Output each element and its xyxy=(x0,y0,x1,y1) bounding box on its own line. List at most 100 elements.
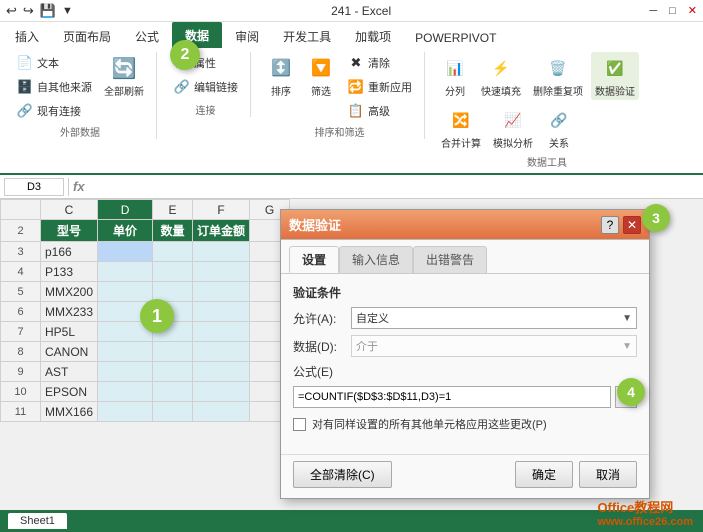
header-order: 订单金额 xyxy=(193,220,250,242)
data-validation-dialog: 数据验证 ? ✕ 设置 输入信息 出错警告 验证条件 允许(A): xyxy=(280,209,650,499)
window-close[interactable]: ✕ xyxy=(688,4,697,17)
tab-developer[interactable]: 开发工具 xyxy=(272,24,342,48)
cell-f-9[interactable] xyxy=(193,362,250,382)
quick-access-save[interactable]: 💾 xyxy=(40,3,56,19)
quick-access-undo[interactable]: ↩ xyxy=(6,3,17,19)
allow-row: 允许(A): 自定义 ▼ 3 xyxy=(293,307,637,329)
cell-f-7[interactable] xyxy=(193,322,250,342)
cell-e-8[interactable] xyxy=(153,342,193,362)
btn-other-sources[interactable]: 🗄️自其他来源 xyxy=(12,76,96,98)
dialog-help-btn[interactable]: ? xyxy=(601,216,619,234)
cell-reference[interactable] xyxy=(4,178,64,196)
cell-f-10[interactable] xyxy=(193,382,250,402)
btn-clear-all[interactable]: 全部清除(C) xyxy=(293,461,392,488)
btn-flash-fill[interactable]: ⚡ 快速填充 xyxy=(477,52,525,100)
cell-f-11[interactable] xyxy=(193,402,250,422)
sheet-tab-1[interactable]: Sheet1 xyxy=(8,513,67,529)
cell-c-8[interactable]: CANON xyxy=(41,342,98,362)
btn-reapply[interactable]: 🔁重新应用 xyxy=(343,76,416,98)
cell-e-11[interactable] xyxy=(153,402,193,422)
cell-f-5[interactable] xyxy=(193,282,250,302)
btn-what-if[interactable]: 📈 模拟分析 xyxy=(489,104,537,152)
tab-powerpivot[interactable]: POWERPIVOT xyxy=(404,27,507,48)
cell-d-8[interactable] xyxy=(98,342,153,362)
btn-split-col[interactable]: 📊 分列 xyxy=(437,52,473,100)
cell-c-4[interactable]: P133 xyxy=(41,262,98,282)
cell-c-7[interactable]: HP5L xyxy=(41,322,98,342)
tab-review[interactable]: 审阅 xyxy=(224,24,270,48)
cell-c-11[interactable]: MMX166 xyxy=(41,402,98,422)
allow-dropdown[interactable]: 自定义 ▼ xyxy=(351,307,637,329)
cell-c-5[interactable]: MMX200 xyxy=(41,282,98,302)
apply-all-checkbox[interactable] xyxy=(293,418,306,431)
window-maximize[interactable]: □ xyxy=(669,5,676,17)
quick-access-redo[interactable]: ↪ xyxy=(23,3,34,19)
col-header-c[interactable]: C xyxy=(41,200,98,220)
col-header-d[interactable]: D xyxy=(98,200,153,220)
btn-clear[interactable]: ✖清除 xyxy=(343,52,416,74)
table-row[interactable]: 9 AST xyxy=(1,362,290,382)
cell-e-4[interactable] xyxy=(153,262,193,282)
cell-d-10[interactable] xyxy=(98,382,153,402)
cell-e-9[interactable] xyxy=(153,362,193,382)
cell-d-3[interactable] xyxy=(98,242,153,262)
tab-formula[interactable]: 公式 xyxy=(124,24,170,48)
btn-filter[interactable]: 🔽 筛选 xyxy=(303,52,339,100)
btn-refresh-all[interactable]: 🔄 全部刷新 xyxy=(100,52,148,100)
ribbon-content: 2 📄文本 🗄️自其他来源 🔗现有连接 🔄 全部刷新 xyxy=(0,48,703,173)
btn-existing-conn[interactable]: 🔗现有连接 xyxy=(12,100,96,122)
allow-label: 允许(A): xyxy=(293,310,343,327)
cell-d-11[interactable] xyxy=(98,402,153,422)
cell-f-8[interactable] xyxy=(193,342,250,362)
btn-relationships[interactable]: 🔗 关系 xyxy=(541,104,577,152)
table-row[interactable]: 11 MMX166 xyxy=(1,402,290,422)
btn-data-validation[interactable]: ✅ 数据验证 xyxy=(591,52,639,100)
cell-e-3[interactable] xyxy=(153,242,193,262)
split-icon: 📊 xyxy=(441,54,469,82)
tab-addins[interactable]: 加载项 xyxy=(344,24,402,48)
cell-c-3[interactable]: p166 xyxy=(41,242,98,262)
dialog-close-btn[interactable]: ✕ xyxy=(623,216,641,234)
table-row[interactable]: 10 EPSON xyxy=(1,382,290,402)
btn-edit-links[interactable]: 🔗编辑链接 xyxy=(169,76,242,98)
checkbox-row: 对有同样设置的所有其他单元格应用这些更改(P) xyxy=(293,416,637,432)
step1-badge: 1 xyxy=(140,299,174,333)
cell-c-6[interactable]: MMX233 xyxy=(41,302,98,322)
cell-d-4[interactable] xyxy=(98,262,153,282)
group-data-tools: 📊 分列 ⚡ 快速填充 🗑️ 删除重复项 ✅ 数据验证 xyxy=(433,52,665,169)
table-row[interactable]: 4 P133 xyxy=(1,262,290,282)
btn-remove-dup[interactable]: 🗑️ 删除重复项 xyxy=(529,52,587,100)
quick-access-filter[interactable]: ▼ xyxy=(62,5,73,17)
cell-d-9[interactable] xyxy=(98,362,153,382)
cell-c-10[interactable]: EPSON xyxy=(41,382,98,402)
cell-c-9[interactable]: AST xyxy=(41,362,98,382)
btn-advanced[interactable]: 📋高级 xyxy=(343,100,416,122)
formula-input[interactable]: =COUNTIF($D$3:$D$11,D3)=1 xyxy=(293,386,611,408)
tab-page-layout[interactable]: 页面布局 xyxy=(52,24,122,48)
btn-ok[interactable]: 确定 xyxy=(515,461,573,488)
cell-e-10[interactable] xyxy=(153,382,193,402)
col-header-e[interactable]: E xyxy=(153,200,193,220)
dialog-tab-input-info[interactable]: 输入信息 xyxy=(339,246,413,273)
data-dropdown[interactable]: 介于 ▼ xyxy=(351,335,637,357)
col-header-f[interactable]: F xyxy=(193,200,250,220)
cell-f-6[interactable] xyxy=(193,302,250,322)
cell-f-3[interactable] xyxy=(193,242,250,262)
btn-sort[interactable]: ↕️ 排序 xyxy=(263,52,299,100)
tab-insert[interactable]: 插入 xyxy=(4,24,50,48)
dialog-tab-settings[interactable]: 设置 xyxy=(289,246,339,273)
cell-d-5[interactable] xyxy=(98,282,153,302)
dup-icon: 🗑️ xyxy=(544,54,572,82)
btn-consolidate[interactable]: 🔀 合并计算 xyxy=(437,104,485,152)
table-row[interactable]: 8 CANON xyxy=(1,342,290,362)
btn-cancel[interactable]: 取消 xyxy=(579,461,637,488)
btn-text[interactable]: 📄文本 xyxy=(12,52,96,74)
dialog-tab-error-alert[interactable]: 出错警告 xyxy=(413,246,487,273)
formula-picker-btn[interactable]: 4 📊 xyxy=(615,386,637,408)
table-row[interactable]: 5 MMX200 xyxy=(1,282,290,302)
fx-label: fx xyxy=(73,179,85,194)
table-row[interactable]: 3 p166 xyxy=(1,242,290,262)
app-window: ↩ ↪ 💾 ▼ 241 - Excel ─ □ ✕ 插入 页面布局 公式 数据 … xyxy=(0,0,703,532)
window-minimize[interactable]: ─ xyxy=(649,5,657,17)
cell-f-4[interactable] xyxy=(193,262,250,282)
